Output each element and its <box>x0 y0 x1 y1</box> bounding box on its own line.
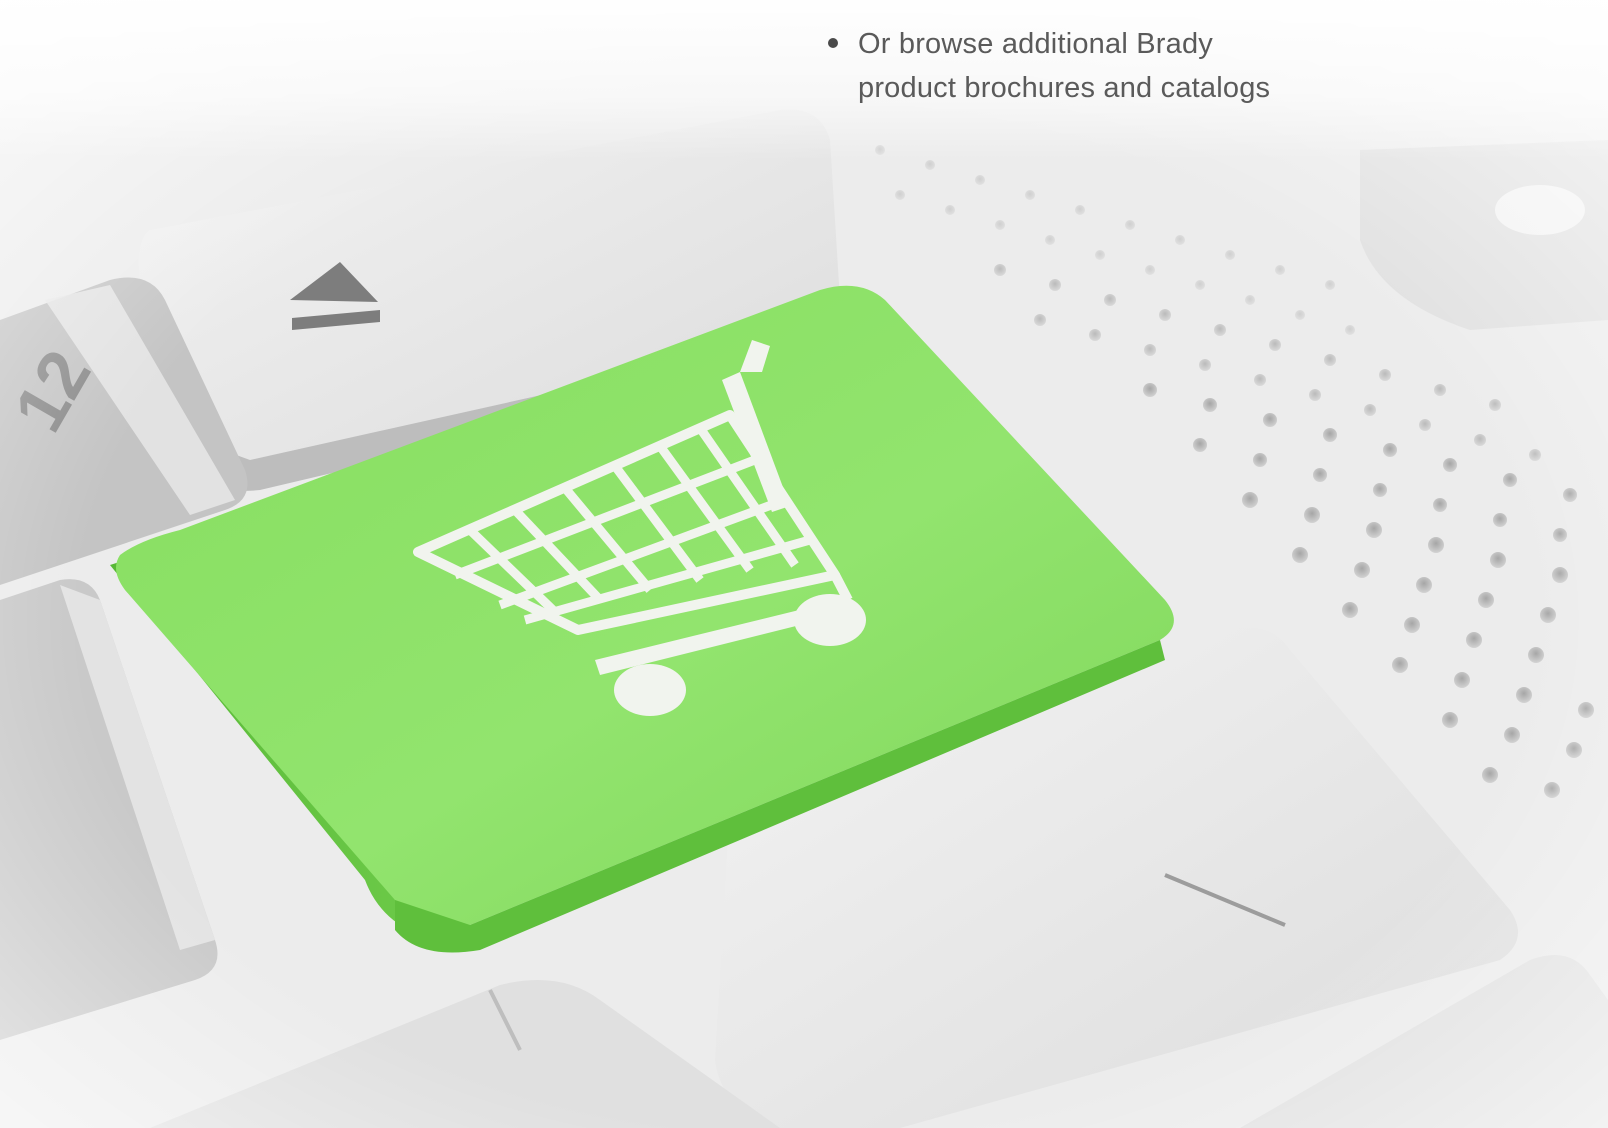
bullet-item-browse-brochures[interactable]: Or browse additional Brady product broch… <box>828 22 1378 110</box>
bullet-text-line-2[interactable]: product brochures and catalogs <box>858 66 1378 110</box>
brochure-page: 12 <box>0 0 1608 1128</box>
keyboard-photo: 12 <box>0 0 1608 1128</box>
bullet-list: Or browse additional Brady product broch… <box>828 22 1378 110</box>
bullet-icon <box>828 38 838 48</box>
bullet-text-line-1[interactable]: Or browse additional Brady <box>858 22 1378 66</box>
